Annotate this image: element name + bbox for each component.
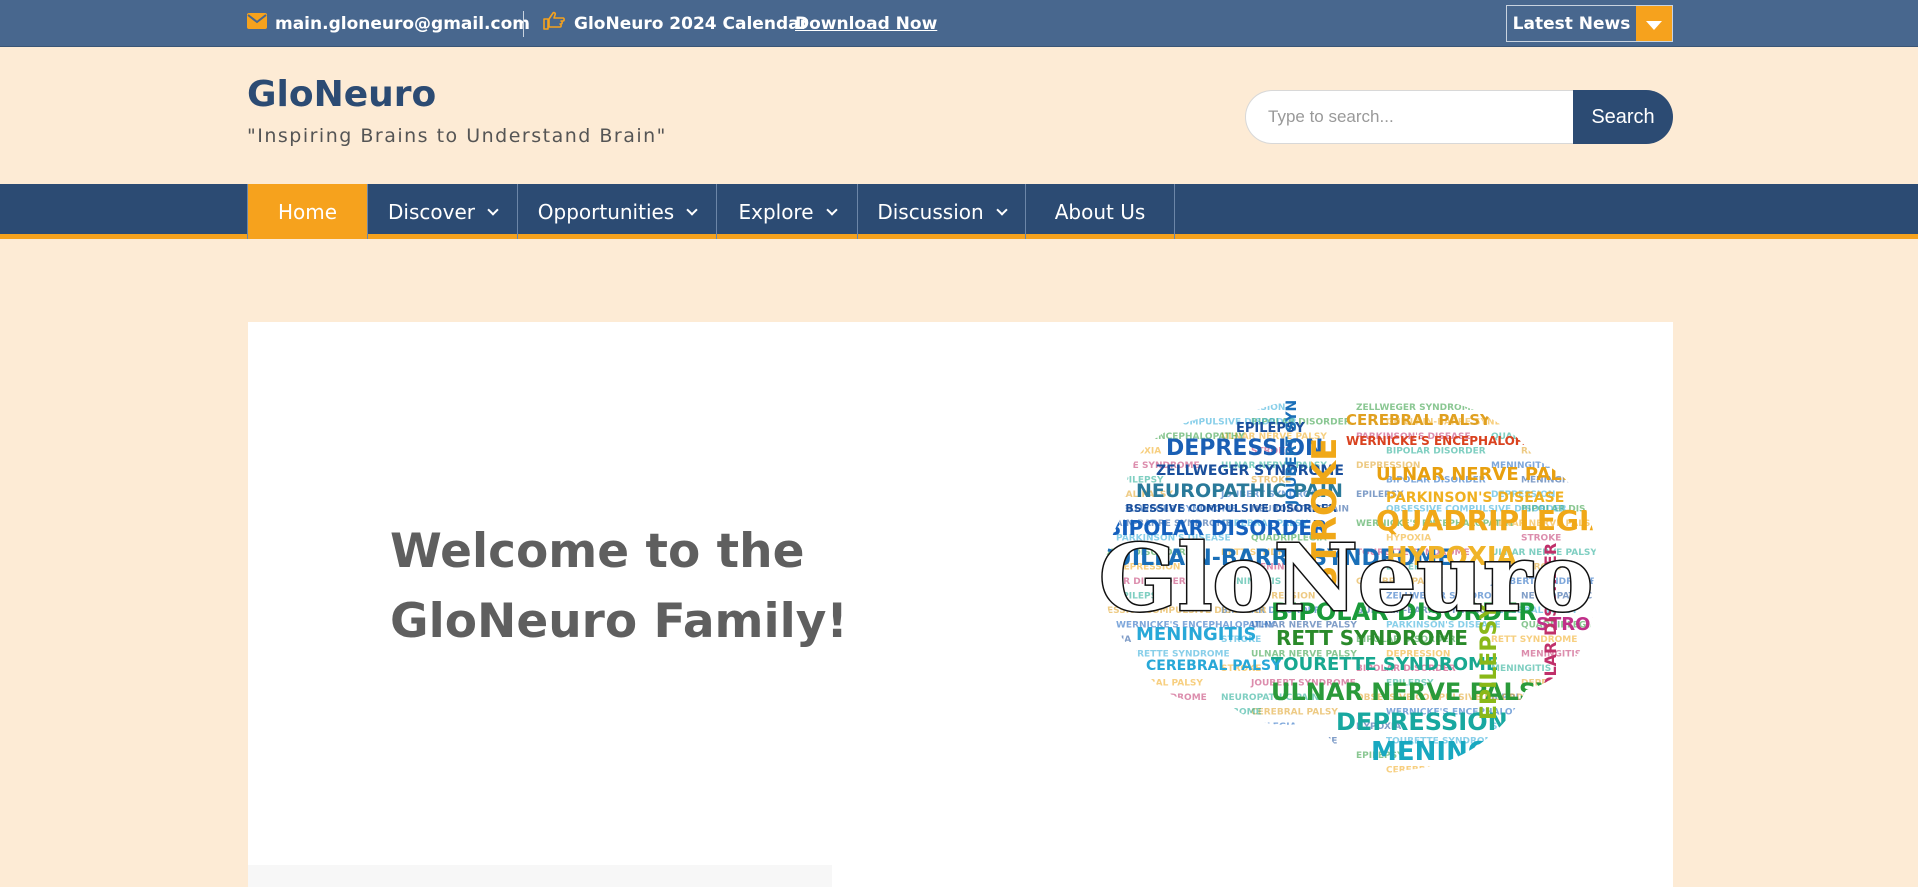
brain-word: HYPOXIA [1116, 447, 1161, 457]
brain-word: ZELLWEGER SYNDROME [1086, 693, 1207, 703]
nav-item-opportunities[interactable]: Opportunities [518, 184, 717, 239]
brain-word: MENINGITIS [1251, 766, 1311, 776]
latest-news-toggle[interactable] [1636, 6, 1672, 41]
brain-word: HYPOXIA [1086, 635, 1131, 645]
brain-word: TOURETTE SYNDROME [1271, 654, 1498, 675]
main-nav-items: Home Discover Opportunities Explore Disc… [247, 184, 1175, 239]
brain-word: NEUROPATHIC PAIN [1491, 403, 1589, 413]
chevron-down-icon [686, 203, 698, 216]
brain-word: GUILLAIN-BARRE SYNDROME [1116, 708, 1262, 718]
hero-card: Welcome to the GloNeuro Family! JOUBERT … [248, 322, 1673, 887]
download-now-link[interactable]: Download Now [795, 0, 937, 47]
brain-word: CEREBRAL PALSY [1116, 679, 1203, 689]
search-input[interactable] [1245, 90, 1573, 144]
chevron-down-icon [825, 203, 838, 216]
welcome-heading: Welcome to the GloNeuro Family! [390, 524, 848, 649]
brain-word: BIPOLAR DISORDER [1116, 766, 1216, 776]
brain-word: ULNAR NERVE PALSY [1271, 678, 1554, 706]
site-title[interactable]: GloNeuro [247, 74, 436, 115]
brain-word: PARKINSON'S DISEASE [1086, 722, 1201, 732]
nav-item-about-us[interactable]: About Us [1026, 184, 1175, 239]
nav-item-label: Opportunities [537, 199, 675, 224]
site-tagline: "Inspiring Brains to Understand Brain" [247, 125, 667, 147]
main-nav: Home Discover Opportunities Explore Disc… [0, 184, 1918, 239]
latest-news-dropdown[interactable]: Latest News [1506, 5, 1673, 42]
brain-word: RETT SYNDROME [1521, 447, 1606, 457]
contact-email[interactable]: main.gloneuro@gmail.com [247, 0, 530, 47]
search-form: Search [1245, 90, 1673, 144]
brain-word: MENINGITIS [1371, 737, 1545, 767]
brain-word: EPILEPSY [1086, 664, 1134, 674]
top-bar: main.gloneuro@gmail.com GloNeuro 2024 Ca… [0, 0, 1918, 47]
brain-word: CEREBRAL PALSY [1346, 411, 1492, 429]
brain-word: CEREBRAL PALSY [1386, 766, 1473, 776]
nav-item-explore[interactable]: Explore [717, 184, 858, 239]
brain-word: BIPOLAR DISORDER [1116, 737, 1216, 747]
brain-word-cloud-image: JOUBERT SYNDROMECEREBRAL PALSYMENINGITIS… [1086, 390, 1606, 776]
nav-item-discussion[interactable]: Discussion [858, 184, 1026, 239]
brain-overlay-logo-text: GloNeuro [1099, 524, 1593, 632]
brain-word: BIPOLAR DISORDER [1386, 447, 1486, 457]
caret-down-icon [1646, 21, 1662, 30]
brain-word: STROKE [1491, 751, 1531, 761]
brain-word: EPILEPSY [1086, 403, 1134, 413]
latest-news-label: Latest News [1507, 6, 1636, 41]
nav-item-label: About Us [1054, 199, 1146, 224]
brain-word: CEREBRAL PALSY [1521, 418, 1606, 428]
next-section-edge [248, 865, 832, 887]
brain-word: ULNAR NERVE PALSY [1521, 737, 1606, 747]
chevron-down-icon [996, 203, 1008, 216]
brain-word: CEREBRAL PALSY [1146, 658, 1282, 674]
calendar-promo: GloNeuro 2024 Calendar [542, 0, 808, 47]
pointing-hand-icon [542, 11, 566, 36]
nav-item-label: Home [277, 199, 338, 224]
brain-word: DEPRESSION [1086, 751, 1150, 761]
chevron-down-icon [487, 203, 499, 216]
brain-word: RETT SYNDROME [1491, 635, 1577, 645]
brain-word: RETT SYNDROME [1251, 737, 1337, 747]
nav-item-discover[interactable]: Discover [368, 184, 518, 239]
top-bar-divider [523, 11, 524, 37]
brain-word: JOUBERT SYNDROME [1284, 390, 1300, 506]
brain-word: ULNAR NERVE PALSY [1376, 464, 1589, 485]
nav-item-label: Discussion [877, 199, 984, 224]
brain-word: QUADRIPLEGIA [1221, 722, 1297, 732]
contact-email-text: main.gloneuro@gmail.com [275, 13, 530, 34]
nav-item-home[interactable]: Home [248, 184, 368, 239]
brain-word: WERNICKE'S ENCEPHALOPATHY [1346, 434, 1558, 448]
nav-item-label: Explore [738, 199, 814, 224]
brain-word: ULNAR NERVE PALSY [1521, 708, 1606, 718]
envelope-icon [247, 13, 267, 34]
brain-word: DEPRESSION [1221, 403, 1285, 413]
calendar-promo-text: GloNeuro 2024 Calendar [574, 13, 808, 34]
brain-word: JOUBERT SYNDROME [1520, 766, 1606, 776]
search-button[interactable]: Search [1573, 90, 1673, 144]
nav-item-label: Discover [388, 199, 475, 224]
brain-word: CEREBRAL PALSY [1251, 708, 1338, 718]
brain-word: MENINGITIS [1221, 751, 1281, 761]
top-bar-inner: main.gloneuro@gmail.com GloNeuro 2024 Ca… [247, 0, 1673, 47]
